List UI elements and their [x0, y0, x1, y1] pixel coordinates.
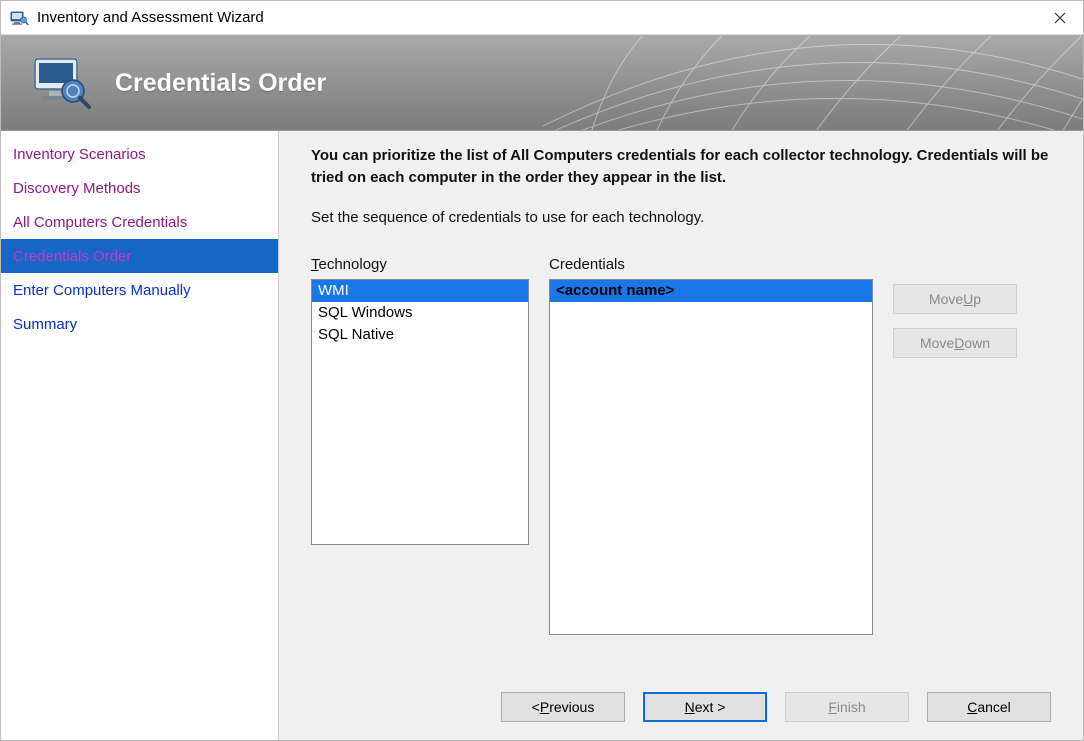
sidebar-item-all-computers-credentials[interactable]: All Computers Credentials	[1, 205, 278, 239]
banner-computer-icon	[29, 55, 93, 111]
credentials-listbox[interactable]: <account name>	[549, 279, 873, 635]
banner-title: Credentials Order	[115, 69, 326, 98]
sidebar-item-summary[interactable]: Summary	[1, 307, 278, 341]
footer-buttons: < Previous Next > Finish Cancel	[279, 678, 1083, 740]
technology-item[interactable]: SQL Windows	[312, 302, 528, 324]
credentials-item[interactable]: <account name>	[550, 280, 872, 302]
close-button[interactable]	[1037, 1, 1083, 35]
finish-button[interactable]: Finish	[785, 692, 909, 722]
sidebar-nav: Inventory ScenariosDiscovery MethodsAll …	[1, 131, 279, 740]
sidebar-item-enter-computers-manually[interactable]: Enter Computers Manually	[1, 273, 278, 307]
technology-item[interactable]: SQL Native	[312, 324, 528, 346]
main-panel: You can prioritize the list of All Compu…	[279, 131, 1083, 740]
technology-listbox[interactable]: WMISQL WindowsSQL Native	[311, 279, 529, 545]
previous-button[interactable]: < Previous	[501, 692, 625, 722]
credentials-block: Credentials <account name>	[549, 256, 873, 635]
lists-row: Technology WMISQL WindowsSQL Native Cred…	[311, 256, 1051, 635]
window-title: Inventory and Assessment Wizard	[37, 9, 1037, 26]
next-button[interactable]: Next >	[643, 692, 767, 722]
close-icon	[1054, 12, 1066, 24]
banner: Credentials Order	[1, 35, 1083, 131]
banner-mesh-decoration	[543, 35, 1083, 131]
wizard-window: Inventory and Assessment Wizard Credenti…	[0, 0, 1084, 741]
sidebar-item-discovery-methods[interactable]: Discovery Methods	[1, 171, 278, 205]
sidebar-item-inventory-scenarios[interactable]: Inventory Scenarios	[1, 137, 278, 171]
intro-subtext: Set the sequence of credentials to use f…	[311, 209, 1051, 226]
intro-text: You can prioritize the list of All Compu…	[311, 145, 1051, 189]
technology-block: Technology WMISQL WindowsSQL Native	[311, 256, 529, 545]
cancel-button[interactable]: Cancel	[927, 692, 1051, 722]
technology-item[interactable]: WMI	[312, 280, 528, 302]
body: Inventory ScenariosDiscovery MethodsAll …	[1, 131, 1083, 740]
move-down-button[interactable]: Move Down	[893, 328, 1017, 358]
titlebar: Inventory and Assessment Wizard	[1, 1, 1083, 35]
sidebar-item-credentials-order[interactable]: Credentials Order	[1, 239, 278, 273]
app-icon	[9, 8, 29, 28]
technology-label: Technology	[311, 256, 529, 273]
credentials-label: Credentials	[549, 256, 873, 273]
move-up-button[interactable]: Move Up	[893, 284, 1017, 314]
move-buttons: Move Up Move Down	[893, 284, 1017, 358]
